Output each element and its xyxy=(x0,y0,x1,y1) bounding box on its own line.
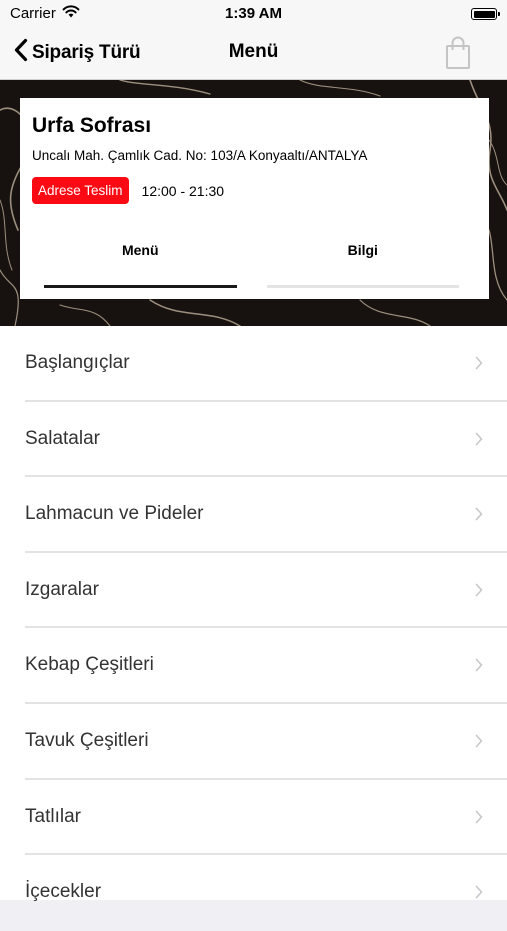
chevron-right-icon xyxy=(475,885,483,904)
delivery-info-row: Adrese Teslim 12:00 - 21:30 xyxy=(32,177,477,204)
chevron-left-icon xyxy=(14,38,28,67)
category-row-kebap-cesitleri[interactable]: Kebap Çeşitleri xyxy=(0,628,507,704)
category-row-tavuk-cesitleri[interactable]: Tavuk Çeşitleri xyxy=(0,704,507,780)
tab-menu-label: Menü xyxy=(121,242,159,258)
chevron-right-icon xyxy=(475,507,483,526)
category-label: Izgaralar xyxy=(25,578,99,600)
tab-info[interactable]: Bilgi xyxy=(266,242,459,292)
back-button[interactable]: Sipariş Türü xyxy=(14,38,141,67)
category-row-baslangiclar[interactable]: Başlangıçlar xyxy=(0,326,507,402)
category-list: Başlangıçlar Salatalar Lahmacun ve Pidel… xyxy=(0,326,507,902)
category-label: Salatalar xyxy=(25,427,100,449)
restaurant-name: Urfa Sofrası xyxy=(32,114,152,137)
tab-info-label: Bilgi xyxy=(347,242,378,258)
cart-button[interactable] xyxy=(445,36,471,75)
category-label: Başlangıçlar xyxy=(25,352,130,373)
restaurant-info-card: Urfa Sofrası Uncalı Mah. Çamlık Cad. No:… xyxy=(20,98,489,299)
chevron-right-icon xyxy=(475,810,483,829)
restaurant-address: Uncalı Mah. Çamlık Cad. No: 103/A Konyaa… xyxy=(32,148,368,163)
category-label: Tatlılar xyxy=(25,805,81,827)
segment-tabs: Menü Bilgi xyxy=(44,242,459,292)
status-bar: Carrier 1:39 AM xyxy=(0,0,507,28)
restaurant-header: Urfa Sofrası Uncalı Mah. Çamlık Cad. No:… xyxy=(0,80,507,326)
chevron-right-icon xyxy=(475,734,483,753)
back-button-label: Sipariş Türü xyxy=(32,41,141,63)
category-label: Lahmacun ve Pideler xyxy=(25,503,204,525)
category-row-salatalar[interactable]: Salatalar xyxy=(0,402,507,478)
category-row-icecekler[interactable]: İçecekler xyxy=(0,855,507,931)
category-label: Tavuk Çeşitleri xyxy=(25,729,149,751)
opening-hours: 12:00 - 21:30 xyxy=(141,182,225,199)
tab-menu[interactable]: Menü xyxy=(44,242,237,292)
chevron-right-icon xyxy=(475,356,483,375)
category-label: Kebap Çeşitleri xyxy=(25,654,154,676)
delivery-type-badge: Adrese Teslim xyxy=(32,177,129,204)
tab-info-indicator xyxy=(266,285,459,288)
category-row-lahmacun-ve-pideler[interactable]: Lahmacun ve Pideler xyxy=(0,477,507,553)
tab-menu-indicator xyxy=(44,285,237,288)
category-row-izgaralar[interactable]: Izgaralar xyxy=(0,553,507,629)
status-time: 1:39 AM xyxy=(225,5,282,22)
chevron-right-icon xyxy=(475,583,483,602)
shopping-bag-icon xyxy=(445,36,471,74)
navigation-bar: Sipariş Türü Menü xyxy=(0,28,507,80)
battery-icon xyxy=(471,8,500,20)
chevron-right-icon xyxy=(475,432,483,451)
category-row-tatlilar[interactable]: Tatlılar xyxy=(0,780,507,856)
chevron-right-icon xyxy=(475,658,483,677)
